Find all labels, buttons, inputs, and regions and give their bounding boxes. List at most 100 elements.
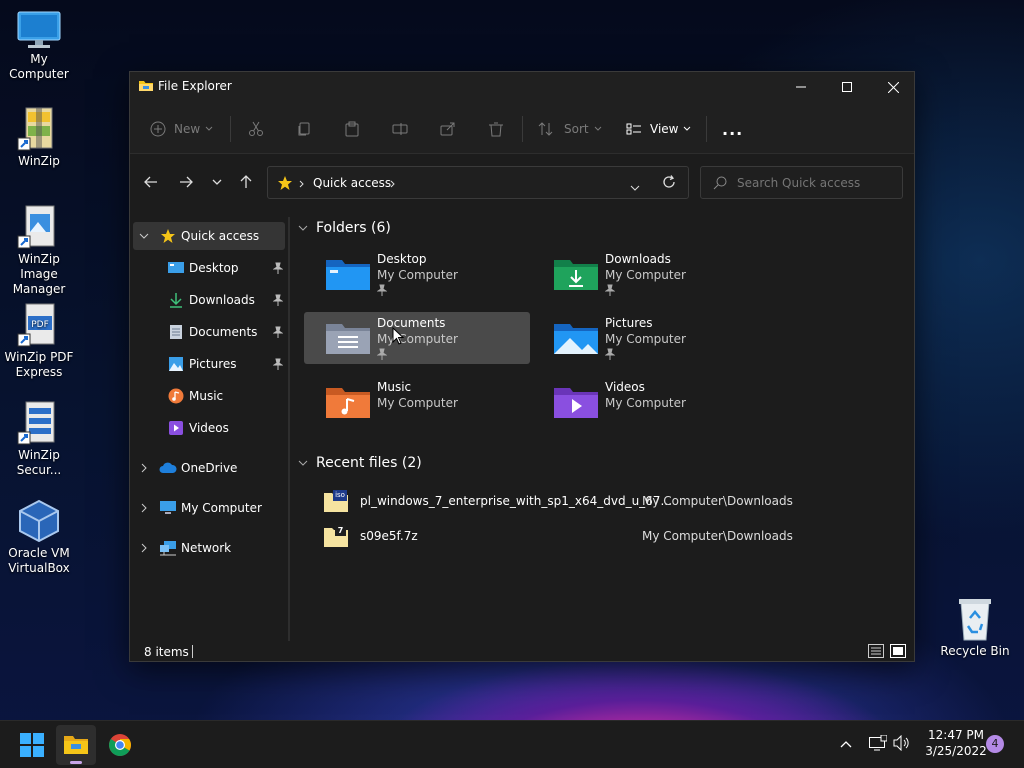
nav-item-onedrive[interactable]: OneDrive [133,454,285,482]
document-icon [170,325,182,339]
nav-item-desktop[interactable]: Desktop [133,254,285,282]
folder-name: Music [377,380,412,394]
recent-locations-button[interactable] [206,171,228,193]
file-explorer-window: File Explorer New Sort View ... Quick ac… [129,71,915,662]
folder-tile-music[interactable]: Music My Computer [304,376,530,428]
chevron-down-icon [594,126,601,131]
folder-location: My Computer [377,332,458,346]
command-bar: New Sort View ... [130,102,914,154]
nav-item-music[interactable]: Music [133,382,285,410]
paste-button[interactable] [344,116,360,142]
nav-item-label: My Computer [181,501,262,515]
nav-item-my-computer[interactable]: My Computer [133,494,285,522]
more-options-label: ... [722,119,744,139]
nav-item-documents[interactable]: Documents [133,318,285,346]
folder-tile-desktop[interactable]: Desktop My Computer [304,248,530,300]
more-options-button[interactable]: ... [722,116,743,142]
chevron-up-icon [840,741,852,748]
folders-section-header[interactable]: Folders (6) [298,220,391,236]
notification-center-button[interactable]: 4 [986,735,1004,753]
taskbar-file-explorer-button[interactable] [56,725,96,765]
taskbar-chrome-button[interactable] [100,725,140,765]
notification-count-badge: 4 [991,737,999,750]
desktop-icon-winzip-pdf-express[interactable]: PDF WinZip PDF Express [0,302,78,380]
chevron-down-icon [684,126,691,131]
pin-icon [273,262,283,274]
winzip-secure-icon [17,401,55,445]
rename-button[interactable] [392,116,408,142]
recycle-bin-icon [959,599,991,641]
network-status-button[interactable] [869,734,888,754]
file-type-badge: 7 [335,525,346,536]
delete-button[interactable] [488,116,504,142]
close-icon [887,81,899,93]
share-button[interactable] [440,116,456,142]
refresh-button[interactable] [662,175,676,192]
window-title: File Explorer [158,79,232,93]
title-bar[interactable]: File Explorer [130,72,914,102]
folder-tile-pictures[interactable]: Pictures My Computer [532,312,758,364]
start-button[interactable] [12,725,52,765]
copy-button[interactable] [296,116,312,142]
recent-file-row[interactable]: 7 s09e5f.7z My Computer\Downloads [322,523,902,551]
nav-item-label: Downloads [189,293,255,307]
desktop-icon-virtualbox[interactable]: Oracle VM VirtualBox [0,498,78,576]
nav-item-label: Videos [189,421,229,435]
folder-tile-videos[interactable]: Videos My Computer [532,376,758,428]
nav-item-pictures[interactable]: Pictures [133,350,285,378]
desktop-icon-label: Recycle Bin [940,644,1010,658]
recent-file-row[interactable]: iso pl_windows_7_enterprise_with_sp1_x64… [322,488,902,516]
view-button[interactable]: View [626,116,691,142]
desktop-icon-winzip-image-manager[interactable]: WinZip Image Manager [0,204,78,297]
search-input[interactable] [737,173,897,193]
nav-item-label: Pictures [189,357,237,371]
desktop-icon-winzip[interactable]: WinZip [0,106,78,169]
arrow-left-icon [144,176,157,188]
nav-item-network[interactable]: Network [133,534,285,562]
sort-button[interactable]: Sort [538,116,602,142]
folder-tile-downloads[interactable]: Downloads My Computer [532,248,758,300]
recent-file-location: My Computer\Downloads [642,494,793,508]
volume-button[interactable] [893,734,911,754]
pin-icon [605,284,615,296]
large-icons-view-button[interactable] [890,644,906,661]
folder-location: My Computer [605,332,686,346]
forward-button[interactable] [175,171,197,193]
view-list-icon [626,123,641,135]
cut-button[interactable] [248,116,264,142]
trash-icon [489,122,503,137]
new-button[interactable]: New [150,116,213,142]
address-bar[interactable]: Quick access [267,166,689,199]
close-button[interactable] [870,72,916,102]
folder-location: My Computer [605,268,686,282]
nav-item-quick-access[interactable]: Quick access [133,222,285,250]
show-hidden-icons-button[interactable] [840,737,852,751]
recent-file-name: s09e5f.7z [360,529,418,543]
maximize-button[interactable] [824,72,870,102]
clock[interactable]: 12:47 PM 3/25/2022 [918,727,994,759]
desktop-icon-my-computer[interactable]: My Computer [0,10,78,82]
details-view-button[interactable] [868,644,884,661]
breadcrumb-quick-access[interactable]: Quick access [313,176,391,190]
navigation-bar: Quick access [130,155,914,207]
chevron-down-icon [630,185,640,191]
folder-tile-documents[interactable]: Documents My Computer [304,312,530,364]
navigation-pane: Quick access Desktop Downloads Documents… [130,217,290,641]
chevron-down-icon [212,179,222,185]
iso-file-icon: iso [324,490,348,512]
desktop-icon-recycle-bin[interactable]: Recycle Bin [936,596,1014,659]
nav-item-videos[interactable]: Videos [133,414,285,442]
address-history-dropdown[interactable] [630,180,640,194]
search-box[interactable] [700,166,903,199]
up-button[interactable] [235,171,257,193]
chevron-down-icon [298,460,308,466]
desktop-icon-winzip-secure[interactable]: WinZip Secur... [0,400,78,478]
minimize-button[interactable] [778,72,824,102]
nav-item-downloads[interactable]: Downloads [133,286,285,314]
toolbar-separator [706,116,707,142]
windows-logo-icon [20,733,44,757]
recent-files-section-header[interactable]: Recent files (2) [298,455,422,471]
back-button[interactable] [140,171,162,193]
downloads-folder-icon [554,260,598,290]
folders-section-title: Folders (6) [316,220,391,236]
